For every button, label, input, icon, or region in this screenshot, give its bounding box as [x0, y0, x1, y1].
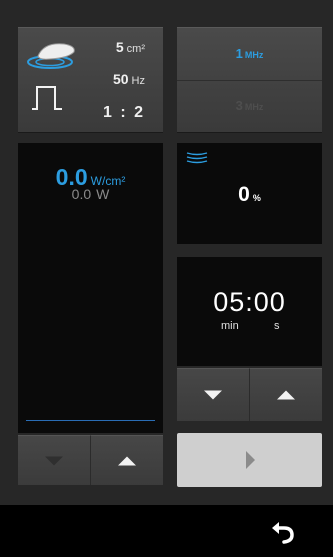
start-button[interactable]: [177, 433, 322, 487]
area-value: 5: [115, 39, 124, 55]
intensity-controls: [18, 435, 163, 485]
play-icon: [246, 451, 255, 469]
chevron-down-icon: [45, 456, 63, 465]
chevron-up-icon: [277, 390, 295, 400]
timer-decrease-button[interactable]: [177, 368, 249, 421]
intensity-level-bar: [26, 420, 155, 421]
timer-seconds-label: s: [274, 320, 280, 332]
timer-increase-button[interactable]: [249, 368, 322, 421]
intensity-display: 0.0 W/cm² 0.0 W: [18, 143, 163, 433]
pulse-frequency-value: 50: [112, 71, 129, 87]
frequency-1mhz-button[interactable]: 1 MHz: [177, 28, 322, 81]
intensity-increase-button[interactable]: [90, 435, 163, 485]
bottom-navigation-bar: [0, 505, 333, 557]
output-unit: %: [252, 193, 261, 203]
chevron-up-icon: [118, 456, 136, 465]
frequency-selector: 1 MHz 3 MHz: [177, 27, 322, 132]
power-value: 0.0: [71, 186, 92, 202]
duty-ratio: 1 : 2: [102, 104, 145, 121]
pulse-frequency: 50 Hz: [113, 71, 145, 87]
intensity-decrease-button[interactable]: [18, 435, 90, 485]
frequency-3-unit: MHz: [244, 102, 264, 112]
output-display: 0%: [177, 143, 322, 244]
area-unit: cm²: [126, 43, 145, 55]
timer-value: 05:00: [213, 287, 286, 317]
chevron-down-icon: [204, 390, 222, 400]
frequency-3mhz-button[interactable]: 3 MHz: [177, 80, 322, 132]
power-unit: W: [96, 186, 110, 202]
frequency-1-value: 1: [235, 46, 243, 61]
frequency-3-value: 3: [235, 98, 243, 113]
output-readout: 0%: [177, 183, 322, 207]
treatment-settings-panel[interactable]: 5 cm² 50 Hz 1 : 2: [18, 27, 163, 132]
timer-controls: [177, 368, 322, 421]
output-value: 0: [238, 183, 250, 206]
pulse-frequency-unit: Hz: [131, 75, 145, 87]
pulse-waveform-icon: [32, 86, 62, 110]
transducer-head-icon: [27, 43, 75, 69]
frequency-1-unit: MHz: [244, 50, 264, 60]
back-arrow-icon[interactable]: [270, 518, 296, 544]
treatment-area: 5 cm²: [116, 39, 145, 55]
timer-display: 05:00 min s: [177, 257, 322, 366]
timer-minutes-label: min: [221, 320, 239, 332]
power-readout: 0.0 W: [18, 186, 163, 202]
wave-lines-icon: [186, 152, 208, 164]
